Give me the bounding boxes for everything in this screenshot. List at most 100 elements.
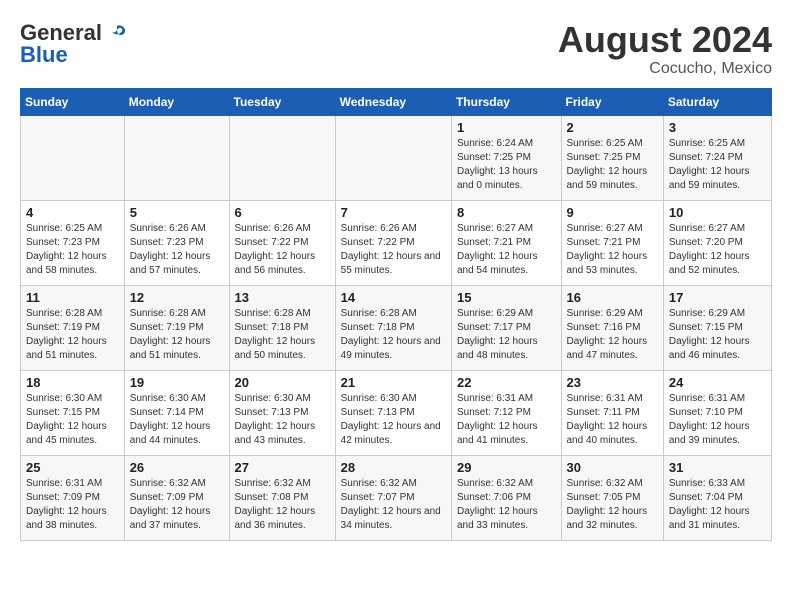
calendar-cell: 16 Sunrise: 6:29 AM Sunset: 7:16 PM Dayl… [561,285,663,370]
calendar-cell [229,115,335,200]
calendar-week-row: 11 Sunrise: 6:28 AM Sunset: 7:19 PM Dayl… [21,285,772,370]
day-number: 9 [567,205,658,220]
calendar-cell: 5 Sunrise: 6:26 AM Sunset: 7:23 PM Dayli… [124,200,229,285]
calendar-cell: 7 Sunrise: 6:26 AM Sunset: 7:22 PM Dayli… [335,200,451,285]
day-number: 22 [457,375,556,390]
header-tuesday: Tuesday [229,88,335,115]
header-saturday: Saturday [663,88,771,115]
day-number: 12 [130,290,224,305]
day-number: 3 [669,120,766,135]
calendar-cell [21,115,125,200]
day-info: Sunrise: 6:31 AM Sunset: 7:10 PM Dayligh… [669,393,750,446]
calendar-cell: 30 Sunrise: 6:32 AM Sunset: 7:05 PM Dayl… [561,455,663,540]
day-number: 7 [341,205,446,220]
day-number: 27 [235,460,330,475]
calendar-cell: 2 Sunrise: 6:25 AM Sunset: 7:25 PM Dayli… [561,115,663,200]
day-number: 20 [235,375,330,390]
day-info: Sunrise: 6:30 AM Sunset: 7:15 PM Dayligh… [26,393,107,446]
calendar-cell: 3 Sunrise: 6:25 AM Sunset: 7:24 PM Dayli… [663,115,771,200]
calendar-cell: 8 Sunrise: 6:27 AM Sunset: 7:21 PM Dayli… [451,200,561,285]
day-info: Sunrise: 6:26 AM Sunset: 7:23 PM Dayligh… [130,223,211,276]
calendar-cell: 1 Sunrise: 6:24 AM Sunset: 7:25 PM Dayli… [451,115,561,200]
day-number: 5 [130,205,224,220]
day-number: 11 [26,290,119,305]
day-number: 16 [567,290,658,305]
day-info: Sunrise: 6:25 AM Sunset: 7:25 PM Dayligh… [567,138,648,191]
calendar-cell: 9 Sunrise: 6:27 AM Sunset: 7:21 PM Dayli… [561,200,663,285]
day-info: Sunrise: 6:27 AM Sunset: 7:21 PM Dayligh… [457,223,538,276]
day-number: 31 [669,460,766,475]
header-friday: Friday [561,88,663,115]
day-info: Sunrise: 6:27 AM Sunset: 7:20 PM Dayligh… [669,223,750,276]
day-number: 21 [341,375,446,390]
calendar-header-row: SundayMondayTuesdayWednesdayThursdayFrid… [21,88,772,115]
day-info: Sunrise: 6:31 AM Sunset: 7:12 PM Dayligh… [457,393,538,446]
day-number: 26 [130,460,224,475]
calendar-cell: 4 Sunrise: 6:25 AM Sunset: 7:23 PM Dayli… [21,200,125,285]
day-number: 23 [567,375,658,390]
day-info: Sunrise: 6:32 AM Sunset: 7:05 PM Dayligh… [567,478,648,531]
calendar-week-row: 25 Sunrise: 6:31 AM Sunset: 7:09 PM Dayl… [21,455,772,540]
logo: General Blue [20,20,128,68]
day-number: 6 [235,205,330,220]
day-number: 19 [130,375,224,390]
day-info: Sunrise: 6:25 AM Sunset: 7:24 PM Dayligh… [669,138,750,191]
calendar-cell: 11 Sunrise: 6:28 AM Sunset: 7:19 PM Dayl… [21,285,125,370]
calendar-cell: 27 Sunrise: 6:32 AM Sunset: 7:08 PM Dayl… [229,455,335,540]
calendar-cell: 28 Sunrise: 6:32 AM Sunset: 7:07 PM Dayl… [335,455,451,540]
calendar-cell: 12 Sunrise: 6:28 AM Sunset: 7:19 PM Dayl… [124,285,229,370]
day-number: 28 [341,460,446,475]
calendar-cell: 19 Sunrise: 6:30 AM Sunset: 7:14 PM Dayl… [124,370,229,455]
day-info: Sunrise: 6:32 AM Sunset: 7:07 PM Dayligh… [341,478,441,531]
header-monday: Monday [124,88,229,115]
header-thursday: Thursday [451,88,561,115]
logo-bird-icon [106,22,128,44]
day-info: Sunrise: 6:32 AM Sunset: 7:08 PM Dayligh… [235,478,316,531]
day-number: 15 [457,290,556,305]
calendar-cell: 20 Sunrise: 6:30 AM Sunset: 7:13 PM Dayl… [229,370,335,455]
day-number: 13 [235,290,330,305]
calendar-cell: 31 Sunrise: 6:33 AM Sunset: 7:04 PM Dayl… [663,455,771,540]
day-info: Sunrise: 6:32 AM Sunset: 7:09 PM Dayligh… [130,478,211,531]
day-number: 4 [26,205,119,220]
calendar-cell [124,115,229,200]
header-wednesday: Wednesday [335,88,451,115]
day-info: Sunrise: 6:27 AM Sunset: 7:21 PM Dayligh… [567,223,648,276]
calendar-cell: 15 Sunrise: 6:29 AM Sunset: 7:17 PM Dayl… [451,285,561,370]
day-number: 2 [567,120,658,135]
calendar-cell: 22 Sunrise: 6:31 AM Sunset: 7:12 PM Dayl… [451,370,561,455]
day-info: Sunrise: 6:29 AM Sunset: 7:15 PM Dayligh… [669,308,750,361]
calendar-week-row: 4 Sunrise: 6:25 AM Sunset: 7:23 PM Dayli… [21,200,772,285]
day-number: 14 [341,290,446,305]
day-number: 10 [669,205,766,220]
calendar-cell: 17 Sunrise: 6:29 AM Sunset: 7:15 PM Dayl… [663,285,771,370]
calendar-cell: 21 Sunrise: 6:30 AM Sunset: 7:13 PM Dayl… [335,370,451,455]
day-info: Sunrise: 6:32 AM Sunset: 7:06 PM Dayligh… [457,478,538,531]
day-number: 1 [457,120,556,135]
calendar-cell: 18 Sunrise: 6:30 AM Sunset: 7:15 PM Dayl… [21,370,125,455]
calendar-cell: 24 Sunrise: 6:31 AM Sunset: 7:10 PM Dayl… [663,370,771,455]
calendar-cell [335,115,451,200]
calendar-cell: 26 Sunrise: 6:32 AM Sunset: 7:09 PM Dayl… [124,455,229,540]
day-info: Sunrise: 6:24 AM Sunset: 7:25 PM Dayligh… [457,138,538,191]
day-info: Sunrise: 6:28 AM Sunset: 7:19 PM Dayligh… [130,308,211,361]
page-header: General Blue August 2024 Cocucho, Mexico [20,20,772,78]
day-info: Sunrise: 6:31 AM Sunset: 7:09 PM Dayligh… [26,478,107,531]
calendar-cell: 6 Sunrise: 6:26 AM Sunset: 7:22 PM Dayli… [229,200,335,285]
calendar-cell: 10 Sunrise: 6:27 AM Sunset: 7:20 PM Dayl… [663,200,771,285]
day-number: 8 [457,205,556,220]
header-sunday: Sunday [21,88,125,115]
location-subtitle: Cocucho, Mexico [558,60,772,78]
day-info: Sunrise: 6:30 AM Sunset: 7:13 PM Dayligh… [341,393,441,446]
day-info: Sunrise: 6:25 AM Sunset: 7:23 PM Dayligh… [26,223,107,276]
day-info: Sunrise: 6:28 AM Sunset: 7:19 PM Dayligh… [26,308,107,361]
day-number: 24 [669,375,766,390]
day-info: Sunrise: 6:29 AM Sunset: 7:17 PM Dayligh… [457,308,538,361]
day-number: 30 [567,460,658,475]
day-number: 29 [457,460,556,475]
day-number: 17 [669,290,766,305]
calendar-cell: 29 Sunrise: 6:32 AM Sunset: 7:06 PM Dayl… [451,455,561,540]
calendar-cell: 14 Sunrise: 6:28 AM Sunset: 7:18 PM Dayl… [335,285,451,370]
day-info: Sunrise: 6:29 AM Sunset: 7:16 PM Dayligh… [567,308,648,361]
calendar-table: SundayMondayTuesdayWednesdayThursdayFrid… [20,88,772,541]
